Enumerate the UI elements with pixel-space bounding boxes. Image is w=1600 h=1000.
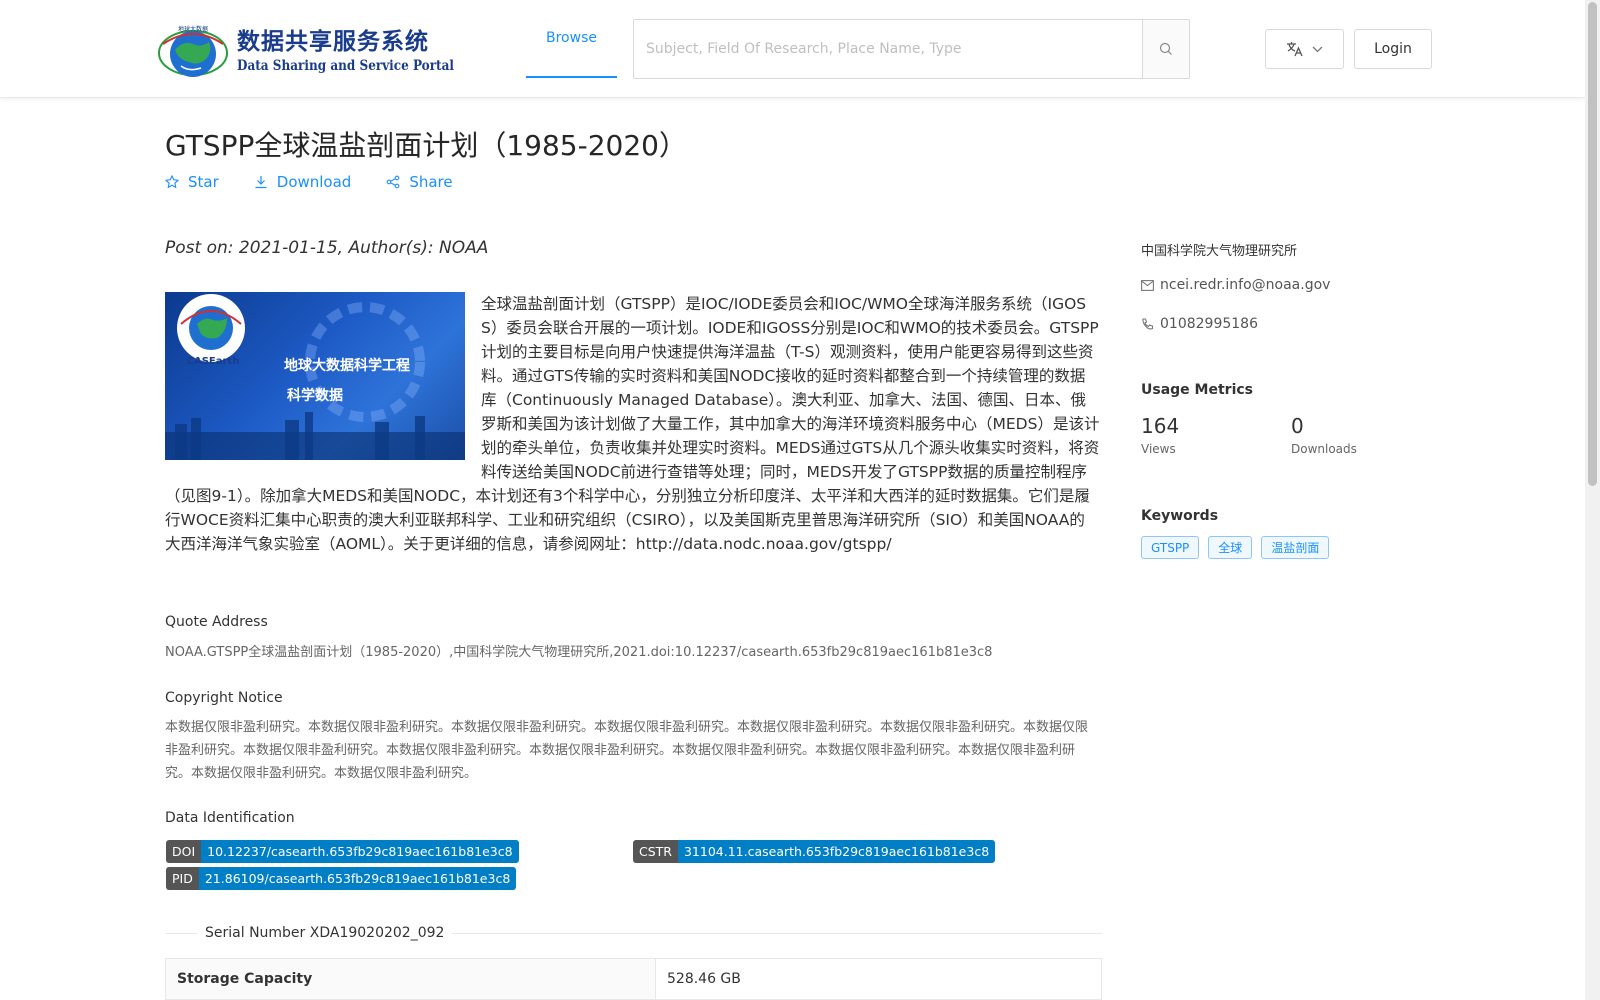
keyword-tag[interactable]: 全球 (1208, 536, 1253, 559)
cstr-value: 31104.11.casearth.653fb29c819aec161b81e3… (677, 840, 996, 863)
logo-title-cn: 数据共享服务系统 (237, 29, 429, 55)
cover-caption-line1: 地球大数据科学工程 (284, 358, 410, 374)
downloads-count: 0 (1291, 414, 1304, 438)
downloads-metric: 0 Downloads (1291, 414, 1357, 456)
svg-text:地球大数据: 地球大数据 (178, 25, 208, 33)
phone-icon (1142, 317, 1154, 329)
storage-capacity-label: Storage Capacity (166, 959, 656, 999)
views-count: 164 (1141, 414, 1180, 438)
contact-phone-text: 01082995186 (1160, 316, 1258, 332)
chevron-down-icon (1312, 46, 1323, 52)
contact-email-text: ncei.redr.info@noaa.gov (1160, 277, 1331, 293)
download-button[interactable]: Download (254, 173, 352, 191)
dataset-info-table: Storage Capacity 528.46 GB (165, 958, 1102, 1000)
search-input[interactable] (634, 20, 1142, 78)
search-icon (1159, 42, 1172, 55)
globe-logo-icon: 地球大数据 (153, 22, 233, 80)
share-label: Share (409, 173, 453, 191)
downloads-label: Downloads (1291, 442, 1357, 456)
pid-value: 21.86109/casearth.653fb29c819aec161b81e3… (198, 867, 517, 890)
keywords-title: Keywords (1141, 508, 1219, 524)
page-scrollbar[interactable] (1585, 0, 1600, 1000)
top-header: 地球大数据 数据共享服务系统 Data Sharing and Service … (0, 0, 1585, 98)
mail-icon (1141, 279, 1154, 291)
keyword-tag[interactable]: 温盐剖面 (1261, 536, 1330, 559)
dataset-actions: Star Download Share (165, 173, 453, 191)
dataset-description: CASEarth 地球大数据科学工程 科学数据 全球温盐剖面计划（GTSPP）是… (165, 292, 1100, 556)
contact-email[interactable]: ncei.redr.info@noaa.gov (1141, 277, 1330, 293)
share-button[interactable]: Share (386, 173, 453, 191)
translate-icon (1287, 42, 1303, 57)
pid-badge[interactable]: PID 21.86109/casearth.653fb29c819aec161b… (166, 867, 517, 890)
cstr-badge[interactable]: CSTR 31104.11.casearth.653fb29c819aec161… (633, 840, 996, 863)
star-button[interactable]: Star (165, 173, 219, 191)
download-label: Download (276, 173, 352, 191)
keyword-tag[interactable]: GTSPP (1141, 536, 1200, 559)
login-button[interactable]: Login (1354, 29, 1432, 69)
keyword-list: GTSPP 全球 温盐剖面 (1141, 536, 1330, 559)
organization-name: 中国科学院大气物理研究所 (1141, 244, 1298, 259)
post-info: Post on: 2021-01-15, Author(s): NOAA (165, 238, 489, 258)
scrollbar-thumb[interactable] (1588, 2, 1597, 486)
site-logo[interactable]: 地球大数据 数据共享服务系统 Data Sharing and Service … (153, 20, 454, 82)
quote-address-text: NOAA.GTSPP全球温盐剖面计划（1985-2020）,中国科学院大气物理研… (165, 645, 993, 660)
serial-number: Serial Number XDA19020202_092 (197, 925, 453, 941)
pid-key: PID (166, 867, 199, 890)
star-icon (165, 175, 179, 189)
cover-caption-line2: 科学数据 (287, 388, 343, 404)
doi-key: DOI (166, 840, 202, 863)
copyright-text: 本数据仅限非盈利研究。本数据仅限非盈利研究。本数据仅限非盈利研究。本数据仅限非盈… (165, 720, 1089, 781)
views-metric: 164 Views (1141, 414, 1179, 456)
dataset-cover-image: CASEarth 地球大数据科学工程 科学数据 (165, 292, 465, 460)
logo-title-en: Data Sharing and Service Portal (237, 58, 454, 74)
language-switch-button[interactable] (1265, 29, 1344, 69)
share-icon (386, 175, 400, 189)
data-identification-label: Data Identification (165, 810, 295, 826)
search-box (633, 19, 1190, 79)
search-button[interactable] (1142, 20, 1189, 78)
page-title: GTSPP全球温盐剖面计划（1985-2020） (165, 129, 687, 162)
doi-badge[interactable]: DOI 10.12237/casearth.653fb29c819aec161b… (166, 840, 519, 863)
nav-browse-tab[interactable]: Browse (526, 0, 617, 78)
views-label: Views (1141, 442, 1176, 456)
cstr-key: CSTR (633, 840, 678, 863)
contact-phone: 01082995186 (1141, 316, 1258, 332)
star-label: Star (188, 173, 219, 191)
quote-address-label: Quote Address (165, 614, 268, 630)
usage-metrics-title: Usage Metrics (1141, 382, 1253, 398)
copyright-label: Copyright Notice (165, 690, 283, 706)
download-icon (255, 176, 267, 189)
doi-value: 10.12237/casearth.653fb29c819aec161b81e3… (201, 840, 519, 863)
storage-capacity-value: 528.46 GB (667, 971, 741, 987)
